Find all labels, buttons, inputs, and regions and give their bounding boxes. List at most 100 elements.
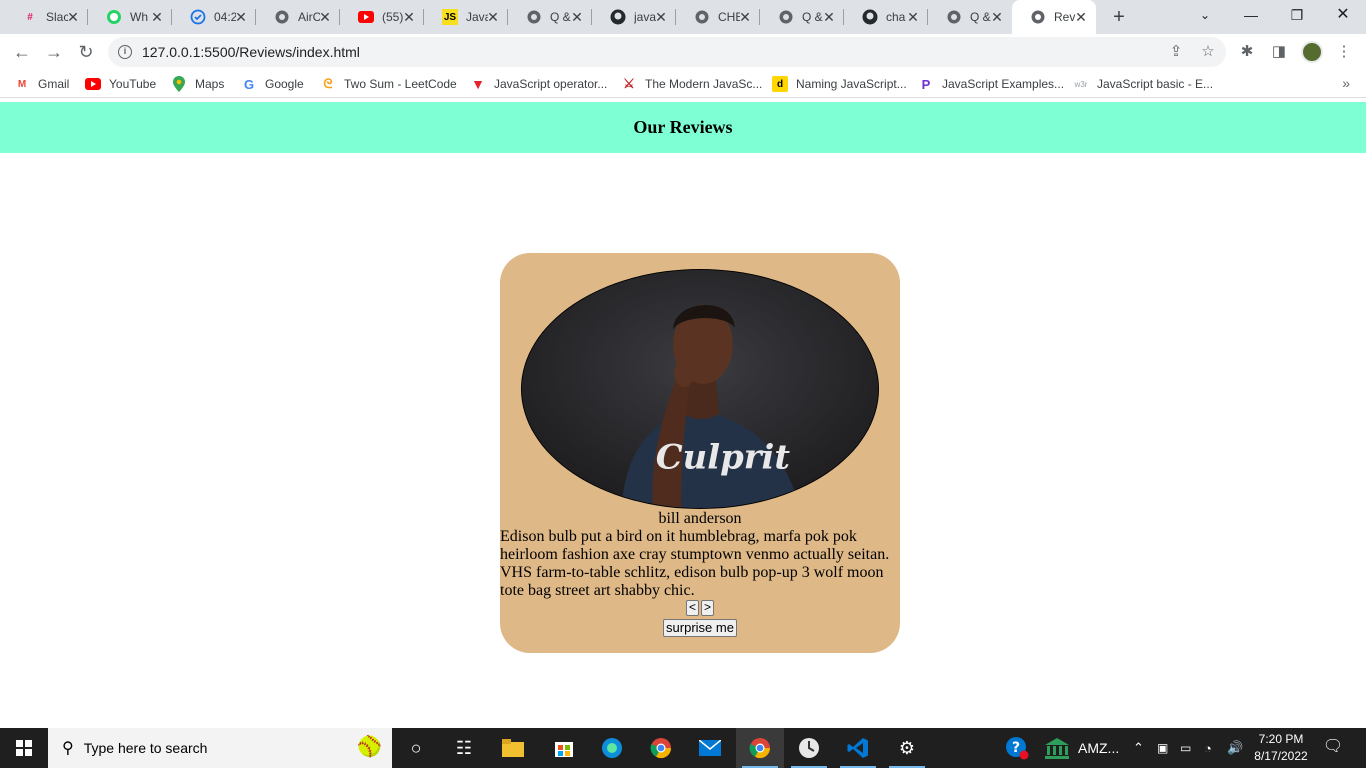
close-tab-icon[interactable]: ✕: [318, 10, 332, 24]
close-tab-icon[interactable]: ✕: [66, 10, 80, 24]
browser-tab[interactable]: CHE ✕: [676, 0, 760, 34]
meet-now-icon[interactable]: ▣: [1157, 728, 1168, 768]
share-icon[interactable]: ⇪: [1166, 42, 1186, 62]
programiz-icon: P: [921, 76, 931, 92]
browser-tab[interactable]: Wh ✕: [88, 0, 172, 34]
close-tab-icon[interactable]: ✕: [906, 10, 920, 24]
microsoft-store-icon[interactable]: [540, 728, 588, 768]
close-window-button[interactable]: ✕: [1320, 0, 1366, 34]
browser-tab-active[interactable]: Rev ✕: [1012, 0, 1096, 34]
bookmark-youtube[interactable]: YouTube: [85, 75, 156, 93]
side-panel-icon[interactable]: ◨: [1269, 42, 1289, 62]
bookmark-label: Gmail: [38, 77, 70, 91]
bank-icon[interactable]: [1044, 728, 1070, 768]
globe-icon: [946, 9, 962, 25]
browser-tab-strip: # Slac ✕ Wh ✕ 04:2 ✕ AirC ✕ (55) ✕ JS Ja…: [0, 0, 1366, 34]
close-tab-icon[interactable]: ✕: [822, 10, 836, 24]
battery-icon[interactable]: ▭: [1180, 728, 1191, 768]
bookmark-label: JavaScript Examples...: [942, 77, 1065, 91]
minimize-button[interactable]: —: [1228, 0, 1274, 34]
bookmark-leetcode[interactable]: ᘓ Two Sum - LeetCode: [320, 75, 456, 93]
help-icon[interactable]: ?: [1005, 728, 1029, 768]
mail-icon[interactable]: [686, 728, 734, 768]
tab-title: AirC: [298, 10, 320, 24]
chrome-active-icon[interactable]: [736, 728, 784, 768]
close-tab-icon[interactable]: ✕: [486, 10, 500, 24]
task-view-icon[interactable]: ○: [392, 728, 440, 768]
start-button[interactable]: [0, 728, 48, 768]
more-bookmarks-chevron-icon[interactable]: »: [1342, 75, 1350, 91]
tab-search-chevron-icon[interactable]: ⌄: [1182, 0, 1228, 34]
browser-tab[interactable]: # Slac ✕: [4, 0, 88, 34]
bookmark-google[interactable]: G Google: [241, 75, 304, 93]
close-tab-icon[interactable]: ✕: [654, 10, 668, 24]
browser-tab[interactable]: JS Java ✕: [424, 0, 508, 34]
site-info-icon[interactable]: i: [118, 45, 132, 59]
tray-app-label[interactable]: AMZ...: [1078, 728, 1119, 768]
bookmark-maps[interactable]: Maps: [171, 75, 224, 93]
next-review-button[interactable]: >: [701, 600, 714, 616]
bookmark-star-icon[interactable]: ☆: [1198, 42, 1218, 62]
chrome-icon[interactable]: [637, 728, 685, 768]
bookmark-js-examples[interactable]: P JavaScript Examples...: [918, 75, 1064, 93]
review-navigation: < >: [500, 600, 900, 618]
svg-text:?: ?: [1012, 740, 1020, 756]
profile-avatar[interactable]: [1301, 41, 1323, 63]
vscode-icon[interactable]: [834, 728, 882, 768]
bookmark-js-basic[interactable]: w3r JavaScript basic - E...: [1073, 75, 1214, 93]
browser-tab[interactable]: (55) ✕: [340, 0, 424, 34]
show-hidden-icons-chevron-icon[interactable]: ⌃: [1133, 728, 1144, 768]
system-clock[interactable]: 7:20 PM 8/17/2022: [1250, 731, 1312, 765]
bookmark-gmail[interactable]: M Gmail: [14, 75, 70, 93]
tab-title: java: [634, 10, 656, 24]
bookmark-js-operators[interactable]: ▼ JavaScript operator...: [470, 75, 607, 93]
settings-gear-icon[interactable]: ⚙: [883, 728, 931, 768]
back-arrow-icon[interactable]: ←: [10, 40, 34, 64]
notifications-icon[interactable]: 🗨: [1318, 736, 1348, 760]
extensions-puzzle-icon[interactable]: ✱: [1237, 42, 1257, 62]
close-tab-icon[interactable]: ✕: [402, 10, 416, 24]
windows-logo-icon: [16, 740, 32, 756]
browser-tab[interactable]: cha ✕: [844, 0, 928, 34]
close-tab-icon[interactable]: ✕: [738, 10, 752, 24]
prev-review-button[interactable]: <: [686, 600, 699, 616]
close-tab-icon[interactable]: ✕: [150, 10, 164, 24]
volume-icon[interactable]: 🔊: [1227, 728, 1243, 768]
forward-arrow-icon[interactable]: →: [42, 40, 66, 64]
browser-tab[interactable]: 04:2 ✕: [172, 0, 256, 34]
browser-tab[interactable]: Q & ✕: [508, 0, 592, 34]
bookmark-label: Maps: [195, 77, 225, 91]
bookmark-naming-js[interactable]: d Naming JavaScript...: [772, 75, 907, 93]
bookmarks-bar: M Gmail YouTube Maps G Google ᘓ Two Sum …: [0, 70, 1366, 98]
shirt-logo-text: Culprit: [656, 436, 791, 476]
browser-tab[interactable]: java ✕: [592, 0, 676, 34]
close-tab-icon[interactable]: ✕: [1074, 10, 1088, 24]
search-highlight-icon: 🥎: [357, 736, 382, 758]
globe-icon: [1030, 9, 1046, 25]
globe-icon: [778, 9, 794, 25]
tab-title: (55): [382, 10, 404, 24]
bookmark-modern-js[interactable]: ⚔ The Modern JavaSc...: [621, 75, 762, 93]
url-text[interactable]: 127.0.0.1:5500/Reviews/index.html: [142, 44, 360, 60]
edge-icon[interactable]: [588, 728, 636, 768]
close-tab-icon[interactable]: ✕: [234, 10, 248, 24]
globe-icon: [526, 9, 542, 25]
menu-kebab-icon[interactable]: ⋮: [1334, 42, 1354, 62]
file-explorer-icon[interactable]: [489, 728, 537, 768]
browser-tab[interactable]: Q & ✕: [928, 0, 1012, 34]
reviewer-portrait-illustration: Culprit: [522, 270, 878, 508]
reviewer-photo: Culprit: [521, 269, 879, 509]
reload-icon[interactable]: ↻: [74, 40, 98, 64]
taskbar-search-box[interactable]: ⚲ Type here to search 🥎: [48, 728, 392, 768]
address-bar[interactable]: i 127.0.0.1:5500/Reviews/index.html ⇪ ☆: [108, 37, 1226, 67]
restore-button[interactable]: ❐: [1274, 0, 1320, 34]
browser-tab[interactable]: Q & ✕: [760, 0, 844, 34]
widgets-icon[interactable]: ☷: [440, 728, 488, 768]
browser-tab[interactable]: AirC ✕: [256, 0, 340, 34]
new-tab-button[interactable]: +: [1108, 6, 1130, 28]
close-tab-icon[interactable]: ✕: [570, 10, 584, 24]
close-tab-icon[interactable]: ✕: [990, 10, 1004, 24]
wifi-icon[interactable]: ◔: [1204, 728, 1212, 768]
clock-app-icon[interactable]: [785, 728, 833, 768]
surprise-me-button[interactable]: surprise me: [663, 619, 737, 637]
